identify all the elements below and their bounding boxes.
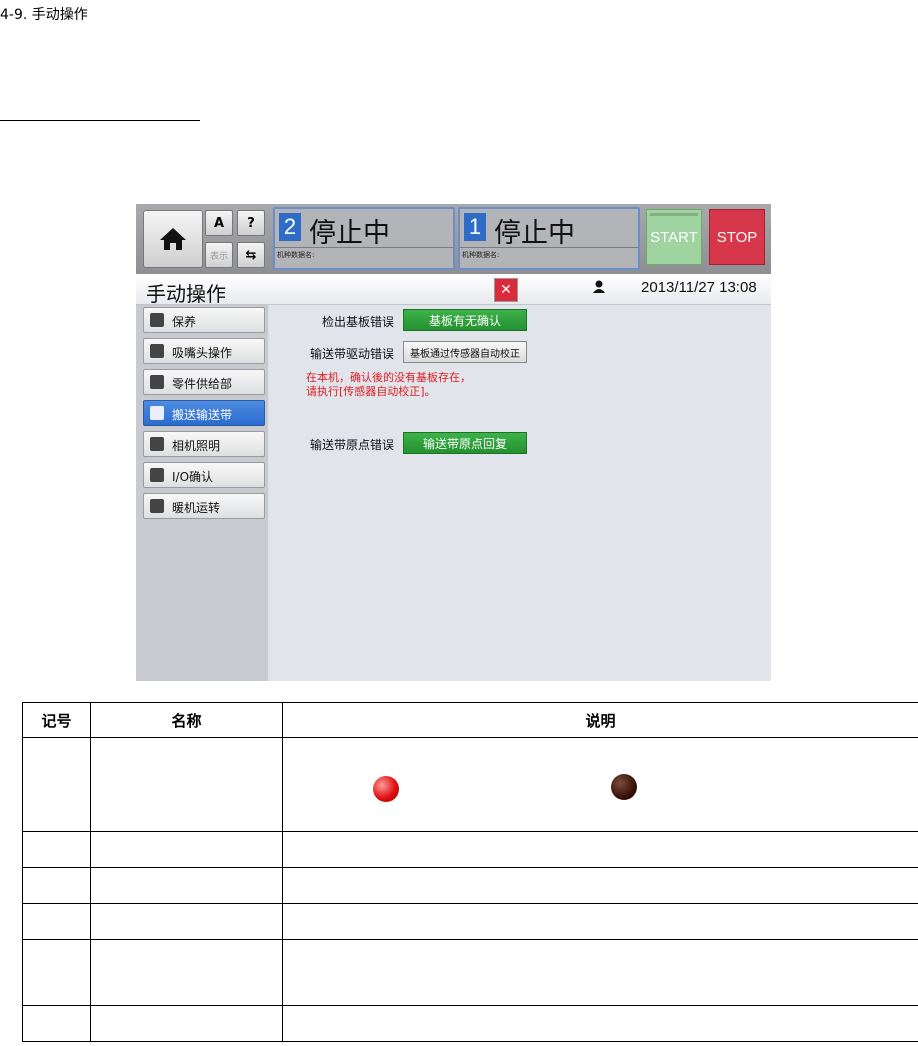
stop-label: STOP xyxy=(716,228,758,246)
description-table: 记号 名称 说明 xyxy=(22,702,918,1042)
header-name: 名称 xyxy=(90,702,283,738)
table-row xyxy=(22,831,918,868)
table-row xyxy=(22,737,918,832)
display-label: 表示 xyxy=(209,251,228,262)
maintenance-icon xyxy=(150,313,164,327)
nozzle-head-icon xyxy=(150,344,164,358)
camera-icon xyxy=(150,437,164,451)
main-panel: 检出基板错误 基板有无确认 输送带驱动错误 基板通过传感器自动校正 在本机，确认… xyxy=(269,305,771,681)
instruction-note-line1: 在本机，确认後的没有基板存在， xyxy=(306,371,471,384)
section-heading: 4-9. 手动操作 xyxy=(0,7,88,23)
table-cell xyxy=(22,939,91,1006)
hmi-screenshot: A ? 表示 ⇆ 2 停止中 机种数据名: 1 停止中 机种数据名: START… xyxy=(136,204,771,681)
table-cell xyxy=(282,1005,918,1042)
table-cell xyxy=(90,737,283,832)
stop-button[interactable]: STOP xyxy=(709,209,765,265)
help-icon: ? xyxy=(247,215,255,231)
table-row xyxy=(22,903,918,940)
display-button[interactable]: 表示 xyxy=(205,242,233,268)
sidebar-item-warmup[interactable]: 暖机运转 xyxy=(143,493,265,519)
status-box-1: 1 停止中 机种数据名: xyxy=(458,207,640,270)
sidebar-item-conveyor[interactable]: 搬送输送带 xyxy=(143,400,265,426)
start-label: START xyxy=(650,228,698,246)
table-cell xyxy=(90,831,283,868)
table-row xyxy=(22,1005,918,1042)
language-label: A xyxy=(213,215,225,231)
home-button[interactable] xyxy=(143,210,203,268)
conveyor-drive-error-label: 输送带驱动错误 xyxy=(310,347,395,361)
table-cell xyxy=(282,737,918,832)
table-cell xyxy=(90,867,283,904)
table-cell xyxy=(22,831,91,868)
sidebar: 保养 吸嘴头操作 零件供给部 搬送输送带 相机照明 I/O确认 暖机运转 ⌃ xyxy=(136,305,268,681)
table-row xyxy=(22,867,918,904)
warmup-icon xyxy=(150,499,164,513)
header-symbol: 记号 xyxy=(22,702,91,738)
table-header-row: 记号 名称 说明 xyxy=(22,702,918,738)
table-cell xyxy=(22,737,91,832)
transfer-button[interactable]: ⇆ xyxy=(237,242,265,268)
status-box-2: 2 停止中 机种数据名: xyxy=(273,207,455,270)
conveyor-origin-return-button[interactable]: 输送带原点回复 xyxy=(403,432,527,454)
top-toolbar: A ? 表示 ⇆ 2 停止中 机种数据名: 1 停止中 机种数据名: START… xyxy=(136,204,771,274)
sidebar-item-label: 保养 xyxy=(172,315,197,329)
sidebar-item-maintenance[interactable]: 保养 xyxy=(143,307,265,333)
sensor-auto-calibrate-button[interactable]: 基板通过传感器自动校正 xyxy=(403,341,527,363)
status-text: 停止中 xyxy=(494,218,575,249)
table-cell xyxy=(282,831,918,868)
table-row xyxy=(22,939,918,1006)
model-data-name: 机种数据名: xyxy=(460,247,638,260)
table-cell xyxy=(282,867,918,904)
sidebar-item-label: 搬送输送带 xyxy=(172,408,233,422)
close-button[interactable]: ✕ xyxy=(494,278,518,302)
title-bar: 手动操作 ✕ 2013/11/27 13:08 xyxy=(136,274,771,306)
sidebar-item-label: 相机照明 xyxy=(172,439,221,453)
table-cell xyxy=(22,867,91,904)
table-cell xyxy=(90,1005,283,1042)
help-button[interactable]: ? xyxy=(237,210,265,236)
conveyor-icon xyxy=(150,406,164,420)
home-icon xyxy=(160,228,186,250)
sidebar-item-label: 零件供给部 xyxy=(172,377,233,391)
sidebar-item-io-check[interactable]: I/O确认 xyxy=(143,462,265,488)
status-number: 1 xyxy=(464,213,486,241)
lamp-off-icon xyxy=(611,774,637,800)
start-indicator-bar xyxy=(650,213,698,216)
sidebar-item-label: I/O确认 xyxy=(172,470,214,484)
sidebar-item-nozzle-head[interactable]: 吸嘴头操作 xyxy=(143,338,265,364)
board-detect-error-label: 检出基板错误 xyxy=(322,315,395,329)
table-cell xyxy=(22,903,91,940)
table-cell xyxy=(90,903,283,940)
table-cell xyxy=(282,903,918,940)
table-cell xyxy=(90,939,283,1006)
red-lamp-on-icon xyxy=(373,776,399,802)
instruction-note-line2: 请执行[传感器自动校正]。 xyxy=(306,385,436,398)
io-icon xyxy=(150,468,164,482)
heading-rule xyxy=(0,120,200,121)
page-title: 手动操作 xyxy=(146,282,226,306)
sidebar-item-label: 暖机运转 xyxy=(172,501,221,515)
status-number: 2 xyxy=(279,213,301,241)
datetime-display: 2013/11/27 13:08 xyxy=(641,279,757,296)
sidebar-item-label: 吸嘴头操作 xyxy=(172,346,233,360)
close-icon: ✕ xyxy=(500,282,512,298)
table-cell xyxy=(282,939,918,1006)
sidebar-item-feeder[interactable]: 零件供给部 xyxy=(143,369,265,395)
language-button[interactable]: A xyxy=(205,210,233,236)
table-cell xyxy=(22,1005,91,1042)
transfer-icon: ⇆ xyxy=(245,247,257,263)
status-text: 停止中 xyxy=(309,218,390,249)
model-data-name: 机种数据名: xyxy=(275,247,453,260)
sidebar-item-camera-light[interactable]: 相机照明 xyxy=(143,431,265,457)
user-icon[interactable] xyxy=(592,280,606,294)
header-description: 说明 xyxy=(282,702,918,738)
start-button[interactable]: START xyxy=(646,209,702,265)
feeder-icon xyxy=(150,375,164,389)
board-presence-check-button[interactable]: 基板有无确认 xyxy=(403,309,527,331)
conveyor-origin-error-label: 输送带原点错误 xyxy=(310,438,395,452)
